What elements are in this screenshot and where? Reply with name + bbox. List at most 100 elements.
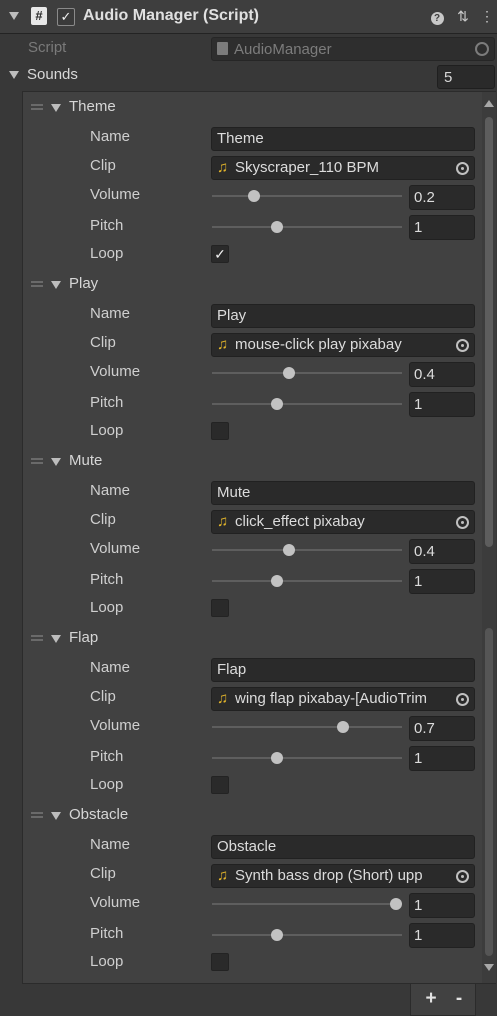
pitch-slider-thumb[interactable] xyxy=(270,929,283,941)
pitch-field[interactable]: 1 xyxy=(409,746,475,771)
drag-handle-icon[interactable] xyxy=(31,635,43,641)
pitch-slider-thumb[interactable] xyxy=(270,752,283,764)
volume-slider-track[interactable] xyxy=(212,903,402,905)
clip-picker-icon[interactable] xyxy=(450,511,474,533)
volume-label: Volume xyxy=(90,363,141,380)
element-foldout-icon[interactable] xyxy=(51,281,61,289)
drag-handle-icon[interactable] xyxy=(31,104,43,110)
volume-field[interactable]: 0.2 xyxy=(409,185,475,210)
sound-element-header[interactable]: Flap xyxy=(23,623,483,653)
list-footer: + - xyxy=(410,984,476,1016)
element-foldout-icon[interactable] xyxy=(51,458,61,466)
sounds-size-field[interactable]: 5 xyxy=(437,65,495,89)
add-element-button[interactable]: + xyxy=(419,988,443,1012)
scroll-down-arrow-icon[interactable] xyxy=(484,964,494,971)
name-field[interactable]: Theme xyxy=(211,127,475,151)
pitch-slider-track[interactable] xyxy=(212,757,402,759)
sound-element-header[interactable]: Theme xyxy=(23,92,483,122)
sound-element-title[interactable]: Play xyxy=(69,275,98,292)
loop-label: Loop xyxy=(90,776,124,793)
pitch-slider-thumb[interactable] xyxy=(270,575,283,587)
sound-element-header[interactable]: Obstacle xyxy=(23,800,483,830)
sounds-foldout-icon[interactable] xyxy=(9,71,19,79)
scroll-up-arrow-icon[interactable] xyxy=(484,100,494,107)
clip-label: Clip xyxy=(90,334,116,351)
sound-element-title[interactable]: Obstacle xyxy=(69,806,128,823)
clip-value: mouse-click play pixabay xyxy=(235,336,402,353)
drag-handle-icon[interactable] xyxy=(31,812,43,818)
volume-slider-thumb[interactable] xyxy=(247,190,260,202)
volume-slider-thumb[interactable] xyxy=(336,721,349,733)
collapse-arrow-icon[interactable] xyxy=(9,12,19,20)
pitch-slider-track[interactable] xyxy=(212,226,402,228)
element-foldout-icon[interactable] xyxy=(51,635,61,643)
volume-field[interactable]: 1 xyxy=(409,893,475,918)
pitch-slider-track[interactable] xyxy=(212,934,402,936)
clip-field[interactable]: ♫ click_effect pixabay xyxy=(211,510,475,534)
component-title[interactable]: Audio Manager (Script) xyxy=(83,7,259,25)
object-picker-icon[interactable] xyxy=(475,42,489,56)
volume-slider-thumb[interactable] xyxy=(390,898,402,910)
element-foldout-icon[interactable] xyxy=(51,104,61,112)
pitch-field[interactable]: 1 xyxy=(409,392,475,417)
drag-handle-icon[interactable] xyxy=(31,281,43,287)
component-header: # ✓ Audio Manager (Script) ? ⇅ ⋮ xyxy=(0,0,497,34)
sound-element-title[interactable]: Flap xyxy=(69,629,98,646)
sound-element-title[interactable]: Mute xyxy=(69,452,102,469)
clip-field[interactable]: ♫ wing flap pixabay-[AudioTrim xyxy=(211,687,475,711)
clip-field[interactable]: ♫ Skyscraper_110 BPM xyxy=(211,156,475,180)
component-enabled-checkbox[interactable]: ✓ xyxy=(57,8,75,26)
volume-slider-track[interactable] xyxy=(212,726,402,728)
sound-element-header[interactable]: Play xyxy=(23,269,483,299)
scrollbar-track-lower[interactable] xyxy=(485,628,493,956)
loop-checkbox[interactable] xyxy=(211,422,229,440)
volume-field[interactable]: 0.7 xyxy=(409,716,475,741)
loop-label: Loop xyxy=(90,599,124,616)
loop-checkbox[interactable] xyxy=(211,953,229,971)
volume-slider-track[interactable] xyxy=(212,549,402,551)
loop-checkbox[interactable] xyxy=(211,599,229,617)
script-field[interactable]: AudioManager xyxy=(211,37,495,61)
clip-field[interactable]: ♫ Synth bass drop (Short) upp xyxy=(211,864,475,888)
pitch-field[interactable]: 1 xyxy=(409,215,475,240)
audio-clip-icon: ♫ xyxy=(217,690,229,707)
clip-picker-icon[interactable] xyxy=(450,334,474,356)
scrollbar-thumb[interactable] xyxy=(485,117,493,547)
name-field[interactable]: Obstacle xyxy=(211,835,475,859)
pitch-field[interactable]: 1 xyxy=(409,923,475,948)
sound-element: Theme Name Theme Clip ♫ Skyscraper_110 BPM Vol… xyxy=(23,92,483,269)
drag-handle-icon[interactable] xyxy=(31,458,43,464)
presets-icon[interactable]: ⇅ xyxy=(454,6,472,26)
name-label: Name xyxy=(90,128,131,145)
pitch-slider-track[interactable] xyxy=(212,580,402,582)
volume-slider-track[interactable] xyxy=(212,195,402,197)
remove-element-button[interactable]: - xyxy=(447,988,471,1012)
sounds-label[interactable]: Sounds xyxy=(27,66,78,83)
volume-slider-thumb[interactable] xyxy=(283,544,296,556)
sound-element-title[interactable]: Theme xyxy=(69,98,116,115)
sound-element-header[interactable]: Mute xyxy=(23,446,483,476)
volume-slider-thumb[interactable] xyxy=(283,367,296,379)
volume-slider-track[interactable] xyxy=(212,372,402,374)
clip-picker-icon[interactable] xyxy=(450,865,474,887)
element-foldout-icon[interactable] xyxy=(51,812,61,820)
clip-value: click_effect pixabay xyxy=(235,513,365,530)
pitch-slider-thumb[interactable] xyxy=(270,221,283,233)
clip-value: Synth bass drop (Short) upp xyxy=(235,867,423,884)
pitch-field[interactable]: 1 xyxy=(409,569,475,594)
pitch-label: Pitch xyxy=(90,217,124,234)
volume-field[interactable]: 0.4 xyxy=(409,539,475,564)
pitch-slider-track[interactable] xyxy=(212,403,402,405)
help-icon[interactable]: ? xyxy=(428,6,446,26)
loop-checkbox[interactable] xyxy=(211,776,229,794)
pitch-slider-thumb[interactable] xyxy=(270,398,283,410)
name-field[interactable]: Mute xyxy=(211,481,475,505)
clip-picker-icon[interactable] xyxy=(450,688,474,710)
context-menu-icon[interactable]: ⋮ xyxy=(478,6,496,26)
name-field[interactable]: Play xyxy=(211,304,475,328)
loop-checkbox[interactable]: ✓ xyxy=(211,245,229,263)
name-field[interactable]: Flap xyxy=(211,658,475,682)
volume-field[interactable]: 0.4 xyxy=(409,362,475,387)
clip-field[interactable]: ♫ mouse-click play pixabay xyxy=(211,333,475,357)
clip-picker-icon[interactable] xyxy=(450,157,474,179)
